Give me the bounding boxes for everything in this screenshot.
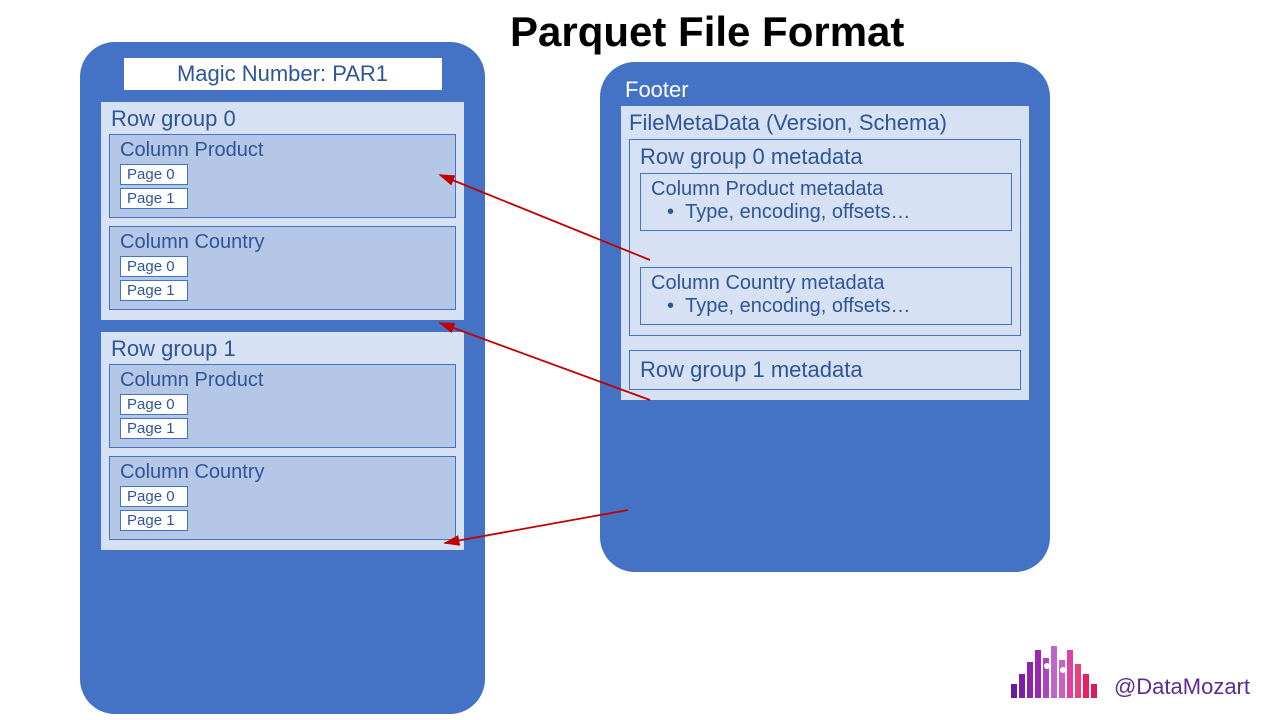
page-chip: Page 1 — [120, 418, 188, 439]
credit-block: @DataMozart — [1011, 640, 1250, 700]
page-chip: Page 1 — [120, 188, 188, 209]
diagram-title: Parquet File Format — [510, 8, 904, 56]
column-product-metadata: Column Product metadata • Type, encoding… — [640, 173, 1012, 231]
bullet-icon: • — [667, 201, 674, 223]
row-group-1-label: Row group 1 — [109, 336, 456, 364]
credit-handle: @DataMozart — [1114, 674, 1250, 700]
col-meta-detail: • Type, encoding, offsets… — [651, 201, 1003, 224]
col-meta-title: Column Product metadata — [651, 178, 1003, 201]
magic-number-header: Magic Number: PAR1 — [123, 57, 443, 91]
page-chip: Page 1 — [120, 510, 188, 531]
equalizer-logo-icon — [1011, 640, 1106, 700]
column-product-rg1: Column Product Page 0 Page 1 — [109, 364, 456, 448]
column-product-rg0: Column Product Page 0 Page 1 — [109, 134, 456, 218]
row-group-0-label: Row group 0 — [109, 106, 456, 134]
page-chip: Page 0 — [120, 256, 188, 277]
col-meta-detail: • Type, encoding, offsets… — [651, 295, 1003, 318]
footer-label: Footer — [620, 77, 1030, 103]
page-chip: Page 1 — [120, 280, 188, 301]
column-label: Column Country — [120, 461, 447, 484]
page-chip: Page 0 — [120, 164, 188, 185]
column-label: Column Product — [120, 139, 447, 162]
file-meta-label: FileMetaData (Version, Schema) — [629, 110, 1021, 136]
row-group-1: Row group 1 Column Product Page 0 Page 1… — [100, 331, 465, 551]
bullet-icon: • — [667, 295, 674, 317]
column-country-rg0: Column Country Page 0 Page 1 — [109, 226, 456, 310]
page-chip: Page 0 — [120, 394, 188, 415]
col-meta-detail-text: Type, encoding, offsets… — [685, 201, 910, 223]
file-meta-data: FileMetaData (Version, Schema) Row group… — [620, 105, 1030, 401]
col-meta-title: Column Country metadata — [651, 272, 1003, 295]
column-label: Column Product — [120, 369, 447, 392]
row-group-0: Row group 0 Column Product Page 0 Page 1… — [100, 101, 465, 321]
row-group-0-metadata: Row group 0 metadata Column Product meta… — [629, 139, 1021, 336]
column-label: Column Country — [120, 231, 447, 254]
rg0-meta-label: Row group 0 metadata — [640, 144, 1012, 170]
column-country-rg1: Column Country Page 0 Page 1 — [109, 456, 456, 540]
row-group-1-metadata: Row group 1 metadata — [629, 350, 1021, 390]
page-chip: Page 0 — [120, 486, 188, 507]
column-country-metadata: Column Country metadata • Type, encoding… — [640, 267, 1012, 325]
parquet-file-body: Magic Number: PAR1 Row group 0 Column Pr… — [80, 42, 485, 714]
col-meta-detail-text: Type, encoding, offsets… — [685, 295, 910, 317]
parquet-footer: Footer FileMetaData (Version, Schema) Ro… — [600, 62, 1050, 572]
